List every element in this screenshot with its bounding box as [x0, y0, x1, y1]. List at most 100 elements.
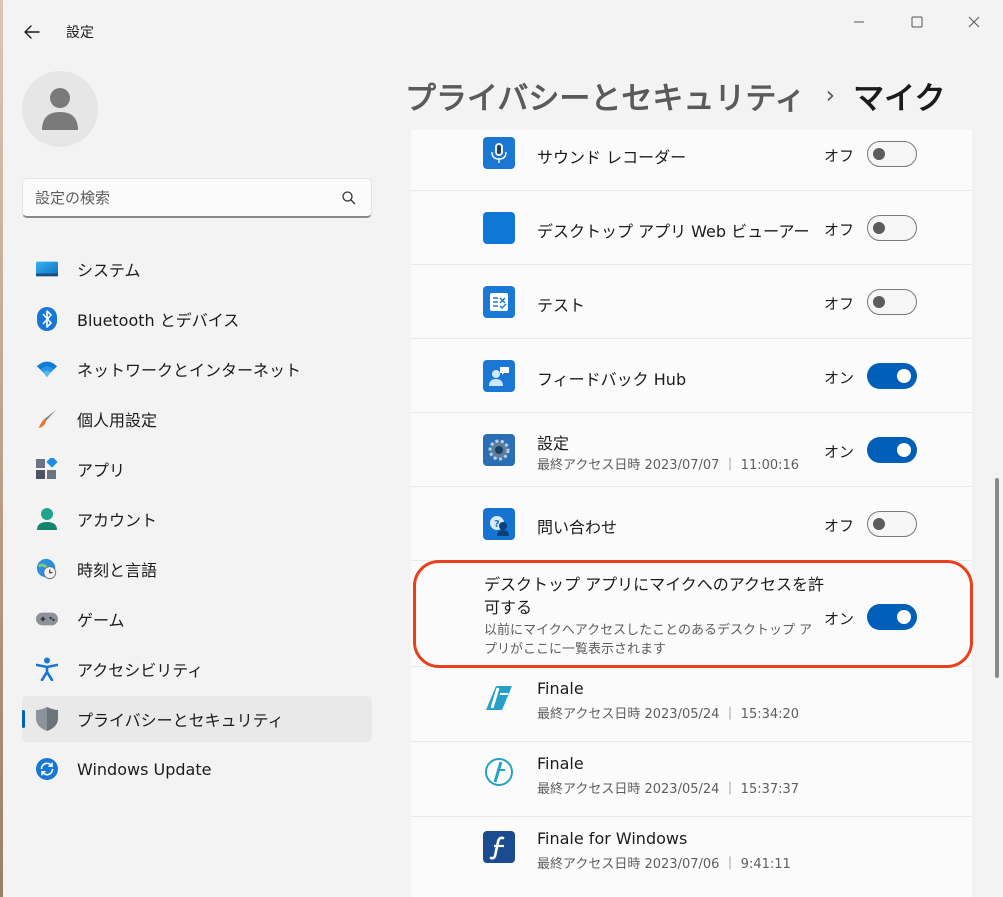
sidebar-item-bluetooth[interactable]: Bluetooth とデバイス [22, 296, 372, 342]
desktop-apps-access-setting: デスクトップ アプリにマイクへのアクセスを許可する 以前にマイクへアクセスしたこ… [411, 561, 972, 667]
test-app-icon [483, 286, 515, 318]
sidebar-item-system[interactable]: システム [22, 246, 372, 292]
sidebar-item-label: Windows Update [77, 759, 212, 779]
desktop-apps-access-toggle[interactable] [867, 604, 917, 630]
setting-title: デスクトップ アプリにマイクへのアクセスを許可する [484, 575, 824, 617]
list-item: デスクトップ アプリ Web ビューアー オフ [411, 191, 972, 265]
arrow-left-icon [24, 25, 40, 39]
page-title: マイク [853, 80, 946, 117]
bluetooth-icon [36, 307, 58, 331]
user-icon [42, 88, 78, 130]
close-icon [968, 16, 980, 28]
sidebar-item-gaming[interactable]: ゲーム [22, 596, 372, 642]
close-button[interactable] [951, 8, 997, 36]
sidebar-item-windows-update[interactable]: Windows Update [22, 746, 372, 792]
breadcrumb-parent[interactable]: プライバシーとセキュリティ [405, 73, 806, 118]
breadcrumb: プライバシーとセキュリティ › マイク [405, 70, 946, 120]
settings-gear-icon [483, 434, 515, 466]
sidebar-item-label: システム [77, 261, 141, 280]
toggle-knob [897, 610, 911, 624]
sidebar-item-time-language[interactable]: 時刻と言語 [22, 546, 372, 592]
account-icon [36, 508, 58, 530]
setting-description: 以前にマイクへアクセスしたことのあるデスクトップ アプリがここに一覧表示されます [484, 623, 813, 657]
update-icon [36, 758, 58, 780]
sidebar-item-label: ネットワークとインターネット [77, 361, 302, 380]
last-access-time: 最終アクセス日時 2023/07/06 ｜ 9:41:11 [537, 857, 791, 872]
app-title: 設定 [66, 25, 94, 41]
minimize-icon [854, 21, 864, 23]
toggle-knob [897, 443, 911, 457]
back-button[interactable] [18, 18, 46, 46]
sidebar-item-label: プライバシーとセキュリティ [77, 711, 284, 730]
web-viewer-toggle[interactable] [867, 215, 917, 241]
last-access-time: 最終アクセス日時 2023/05/24 ｜ 15:34:20 [537, 707, 800, 722]
sidebar-item-label: アカウント [77, 511, 158, 530]
breadcrumb-separator: › [825, 81, 836, 109]
app-permission-list: サウンド レコーダー オフ デスクトップ アプリ Web ビューアー オフ テス… [411, 130, 972, 897]
sidebar-item-network[interactable]: ネットワークとインターネット [22, 346, 372, 392]
toggle-state-label: オフ [824, 517, 855, 535]
toggle-state-label: オン [824, 610, 855, 628]
accessibility-icon [36, 657, 58, 681]
search-icon[interactable] [341, 190, 357, 206]
sidebar-item-accessibility[interactable]: アクセシビリティ [22, 646, 372, 692]
toggle-state-label: オフ [824, 221, 855, 239]
app-name: Finale [537, 679, 584, 698]
maximize-icon [911, 16, 923, 28]
minimize-button[interactable] [836, 8, 882, 36]
desktop-edge [0, 0, 3, 897]
toggle-knob [873, 148, 885, 160]
feedback-hub-icon [483, 360, 515, 392]
system-icon [36, 258, 58, 280]
toggle-knob [873, 518, 885, 530]
search-input[interactable] [35, 179, 335, 217]
apps-icon [36, 458, 58, 480]
list-item: サウンド レコーダー オフ [411, 130, 972, 191]
test-app-toggle[interactable] [867, 289, 917, 315]
finale-icon [483, 756, 515, 788]
globe-clock-icon [36, 558, 58, 580]
wifi-icon [36, 358, 58, 380]
sidebar-item-personalization[interactable]: 個人用設定 [22, 396, 372, 442]
shield-icon [36, 707, 58, 731]
sidebar-item-label: Bluetooth とデバイス [77, 311, 240, 330]
app-name: テスト [537, 296, 586, 315]
title-bar: 設定 [0, 0, 1003, 56]
list-item: Finale 最終アクセス日時 2023/05/24 ｜ 15:37:37 [411, 742, 972, 817]
content-scrollbar[interactable] [995, 478, 999, 678]
get-help-icon: ? [483, 508, 515, 540]
finale-icon [483, 681, 515, 713]
sidebar-item-label: アプリ [77, 461, 126, 480]
sidebar-item-label: 個人用設定 [77, 411, 158, 430]
sidebar-item-apps[interactable]: アプリ [22, 446, 372, 492]
sidebar-item-label: ゲーム [77, 611, 125, 630]
toggle-state-label: オフ [824, 295, 855, 313]
list-item: フィードバック Hub オン [411, 339, 972, 413]
toggle-state-label: オン [824, 443, 855, 461]
get-help-toggle[interactable] [867, 511, 917, 537]
maximize-button[interactable] [894, 8, 940, 36]
app-name: デスクトップ アプリ Web ビューアー [537, 222, 810, 241]
sound-recorder-icon [483, 137, 515, 169]
app-name: Finale [537, 754, 584, 773]
brush-icon [36, 408, 58, 430]
app-name: 問い合わせ [537, 518, 618, 537]
settings-app-toggle[interactable] [867, 437, 917, 463]
sidebar-item-label: 時刻と言語 [77, 561, 158, 580]
last-access-time: 最終アクセス日時 2023/05/24 ｜ 15:37:37 [537, 782, 800, 797]
list-item: Finale for Windows 最終アクセス日時 2023/07/06 ｜… [411, 817, 972, 897]
toggle-knob [897, 369, 911, 383]
web-viewer-icon [483, 212, 515, 244]
sidebar-item-label: アクセシビリティ [77, 661, 204, 680]
feedback-hub-toggle[interactable] [867, 363, 917, 389]
search-box [22, 178, 372, 218]
app-name: Finale for Windows [537, 829, 688, 848]
sidebar-item-privacy-security[interactable]: プライバシーとセキュリティ [22, 696, 372, 742]
sound-recorder-toggle[interactable] [867, 141, 917, 167]
avatar[interactable] [22, 71, 98, 147]
sidebar-nav: システム Bluetooth とデバイス ネットワークとインターネット 個人用設… [22, 246, 372, 796]
toggle-state-label: オン [824, 369, 855, 387]
app-name: フィードバック Hub [537, 370, 687, 389]
sidebar-item-accounts[interactable]: アカウント [22, 496, 372, 542]
finale-for-windows-icon [483, 831, 515, 863]
